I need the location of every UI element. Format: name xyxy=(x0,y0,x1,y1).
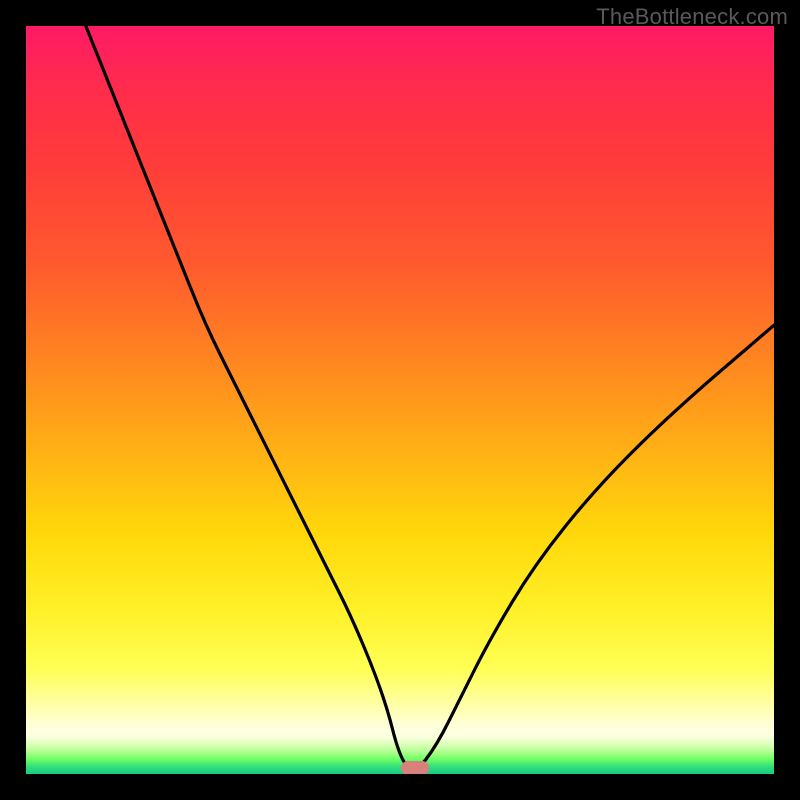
curve-svg xyxy=(26,26,774,774)
minimum-marker xyxy=(401,761,429,774)
watermark-text: TheBottleneck.com xyxy=(596,4,788,30)
plot-area xyxy=(26,26,774,774)
bottleneck-curve-path xyxy=(86,26,774,769)
chart-frame: TheBottleneck.com xyxy=(0,0,800,800)
